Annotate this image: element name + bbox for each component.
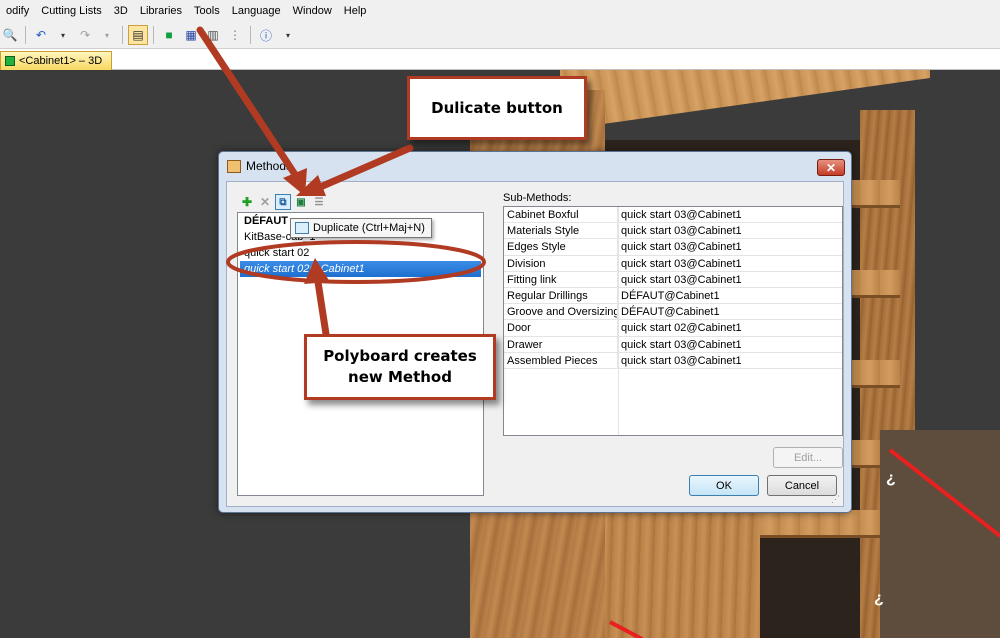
sub-methods-label: Sub-Methods: [503,192,572,204]
tab-label: <Cabinet1> – 3D [19,55,103,67]
table-row[interactable]: Drawer quick start 03@Cabinet1 [504,336,842,353]
sub-methods-table[interactable]: Cabinet Boxful quick start 03@Cabinet1 Ma… [503,206,843,436]
methods-toolbar: ✚ ✕ ⧉ ▣ ☰ [239,193,327,211]
menu-tools[interactable]: Tools [188,0,226,22]
sub-method-name: Edges Style [504,239,618,255]
menu-libraries[interactable]: Libraries [134,0,188,22]
add-icon[interactable]: ✚ [239,194,255,210]
sub-method-value: quick start 02@Cabinet1 [621,322,742,335]
methods-icon [227,159,241,173]
toolbar-separator [122,26,123,44]
document-tab-bar: <Cabinet1> – 3D [0,49,1000,70]
cube-icon [5,56,15,66]
menu-modify[interactable]: odify [0,0,35,22]
mouse-cursor-icon: ¿ [886,470,896,487]
redo-icon[interactable]: ↷ [75,25,95,45]
sub-method-value: quick start 03@Cabinet1 [621,273,742,286]
table-row[interactable]: Fitting link quick start 03@Cabinet1 [504,271,842,288]
list-item-selected[interactable]: quick start 02@Cabinet1 [240,261,481,277]
table-row[interactable]: Regular Drillings DÉFAUT@Cabinet1 [504,287,842,305]
sub-method-name: Drawer [504,336,618,352]
main-toolbar: 🔍 ↶ ▾ ↷ ▾ ▤ ■ ▦ ▥ ⋮ ⓘ ▾ [0,22,1000,49]
undo-dropdown-icon[interactable]: ▾ [53,25,73,45]
sub-method-value: quick start 03@Cabinet1 [621,338,742,351]
undo-icon[interactable]: ↶ [31,25,51,45]
sub-method-name: Materials Style [504,223,618,239]
list-item[interactable]: quick start 02 [238,245,483,261]
sub-method-name: Fitting link [504,271,618,287]
table-row[interactable]: Cabinet Boxful quick start 03@Cabinet1 [504,207,842,224]
table-row[interactable]: Assembled Pieces quick start 03@Cabinet1 [504,352,842,369]
apply-icon[interactable]: ▣ [293,194,309,210]
redo-dropdown-icon[interactable]: ▾ [97,25,117,45]
sub-method-value: quick start 03@Cabinet1 [621,354,742,367]
sub-method-name: Groove and Oversizing [504,304,618,320]
print-preview-icon[interactable]: 🔍 [0,25,20,45]
tooltip-text: Duplicate (Ctrl+Maj+N) [313,222,425,234]
callout-text: Dulicate button [431,98,563,117]
cube-icon[interactable]: ■ [159,25,179,45]
floor-panel [880,430,1000,638]
menu-cutting-lists[interactable]: Cutting Lists [35,0,108,22]
menu-window[interactable]: Window [287,0,338,22]
sub-method-value: quick start 03@Cabinet1 [621,209,742,221]
sub-method-name: Cabinet Boxful [504,207,618,223]
dialog-title-bar[interactable]: Methods [219,152,851,180]
table-row[interactable]: Groove and Oversizing DÉFAUT@Cabinet1 [504,304,842,321]
delete-icon[interactable]: ✕ [257,194,273,210]
sub-method-value: quick start 03@Cabinet1 [621,241,742,254]
table-row[interactable]: Door quick start 02@Cabinet1 [504,320,842,337]
callout-text-line2: new Method [348,368,452,386]
toolbar-separator [250,26,251,44]
menu-language[interactable]: Language [226,0,287,22]
sub-method-name: Door [504,320,618,336]
table-row[interactable]: Edges Style quick start 03@Cabinet1 [504,239,842,256]
resize-grip-icon[interactable]: ⋰ [831,494,841,504]
callout-text-line1: Polyboard creates [323,347,477,365]
duplicate-button[interactable]: ⧉ [275,194,291,210]
cabinet-lower-compartment [600,500,760,638]
edit-button[interactable]: Edit... [773,447,843,468]
duplicate-tooltip: Duplicate (Ctrl+Maj+N) [290,218,432,238]
table-icon[interactable]: ▥ [203,25,223,45]
toolbar-separator [153,26,154,44]
methods-dialog: Methods ✕ ✚ ✕ ⧉ ▣ ☰ DÉFAUT KitBase-cab_1… [218,151,852,513]
table-row[interactable]: Division quick start 03@Cabinet1 [504,255,842,272]
sub-method-name: Regular Drillings [504,287,618,304]
sub-method-value: quick start 03@Cabinet1 [621,225,742,238]
toolbar-separator [25,26,26,44]
ok-button[interactable]: OK [689,475,759,496]
sub-method-value: DÉFAUT@Cabinet1 [621,306,720,319]
elements-icon[interactable]: ▦ [181,25,201,45]
menu-3d[interactable]: 3D [108,0,134,22]
info-icon[interactable]: ⓘ [256,25,276,45]
properties-icon[interactable]: ☰ [311,194,327,210]
column-divider [618,207,619,435]
duplicate-icon [295,222,309,234]
duplicate-button-callout: Dulicate button [407,76,587,140]
table-row[interactable]: Materials Style quick start 03@Cabinet1 [504,223,842,240]
new-method-callout: Polyboard creates new Method [304,334,496,400]
menu-help[interactable]: Help [338,0,373,22]
toolbar-overflow-icon[interactable]: ▾ [278,25,298,45]
sub-method-value: DÉFAUT@Cabinet1 [621,289,720,302]
mouse-cursor-icon: ¿ [874,590,884,607]
close-button[interactable]: ✕ [817,159,845,176]
sub-method-name: Division [504,255,618,271]
cancel-button[interactable]: Cancel [767,475,837,496]
sub-method-name: Assembled Pieces [504,352,618,368]
tab-cabinet1-3d[interactable]: <Cabinet1> – 3D [0,51,112,70]
methods-icon[interactable]: ▤ [128,25,148,45]
sub-method-value: quick start 03@Cabinet1 [621,257,742,270]
menu-bar: odify Cutting Lists 3D Libraries Tools L… [0,0,1000,22]
drillings-icon[interactable]: ⋮ [225,25,245,45]
dialog-title: Methods [246,159,293,173]
